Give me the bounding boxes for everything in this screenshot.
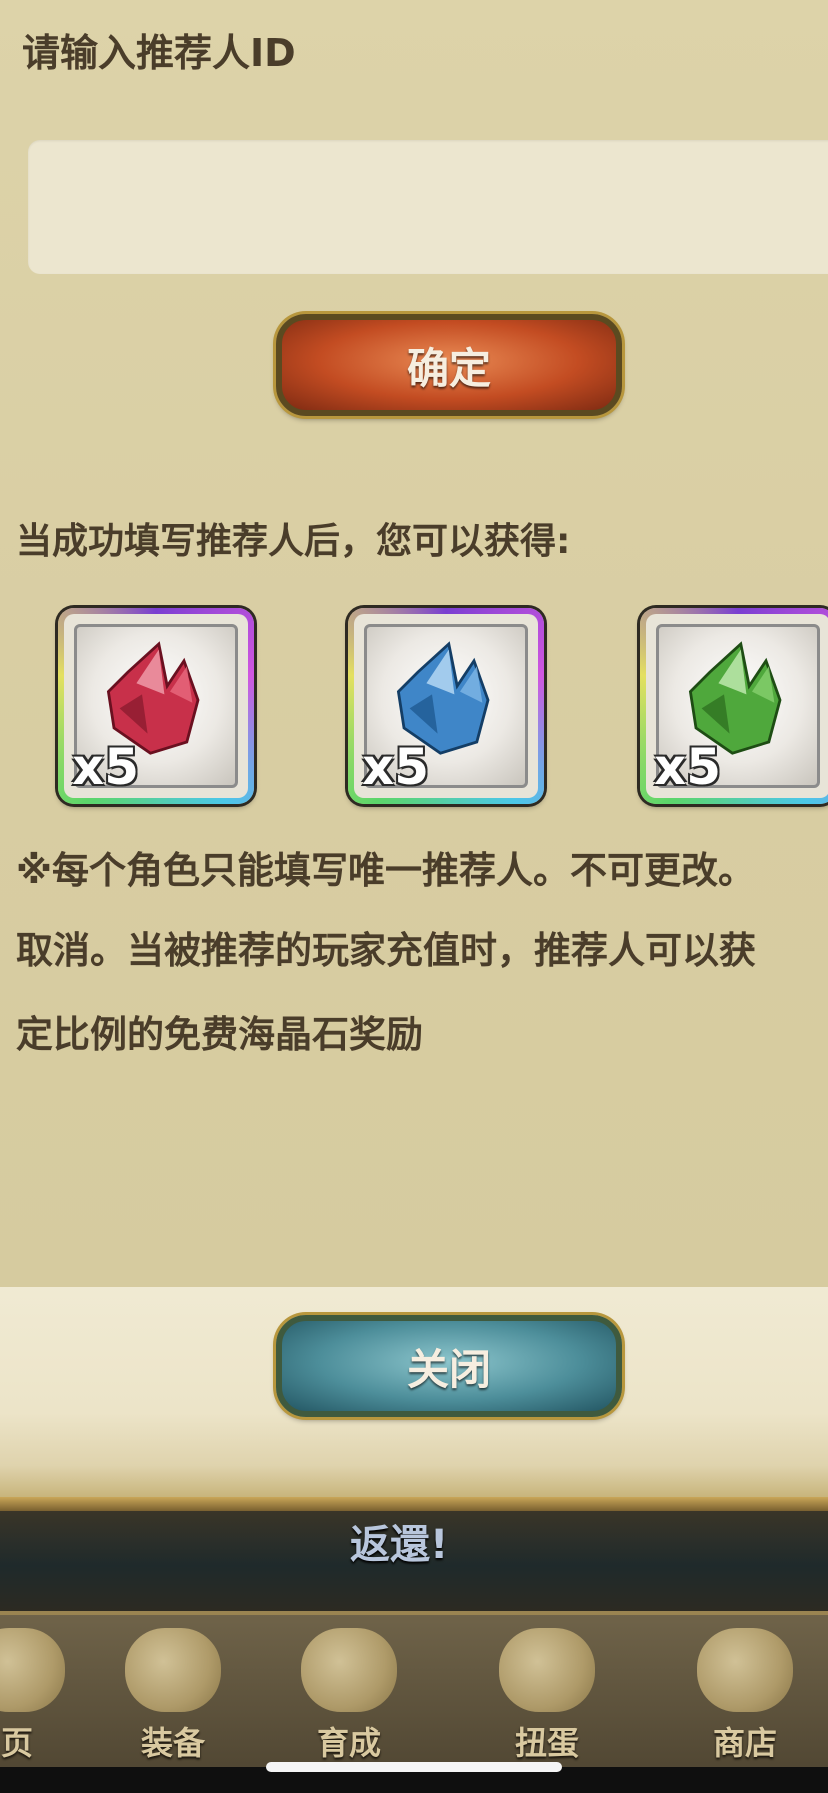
referrer-id-prompt: 请输入推荐人ID: [22, 31, 296, 75]
reward-intro-text: 当成功填写推荐人后，您可以获得:: [16, 521, 571, 562]
notice-line-1: ※每个角色只能填写唯一推荐人。不可更改。: [16, 849, 755, 892]
nav-item-training[interactable]: 育成: [274, 1628, 424, 1768]
nav-item-equipment[interactable]: 装备: [98, 1628, 248, 1768]
nav-item-label: 扭蛋: [514, 1724, 579, 1762]
reward-count: x5: [654, 738, 722, 796]
reward-item-green-crystal[interactable]: x5: [640, 608, 828, 804]
referrer-id-input[interactable]: [28, 140, 828, 274]
confirm-button[interactable]: 确定: [276, 314, 622, 416]
dialog-bottom-edge: [0, 1497, 828, 1511]
nav-item-label: 育成: [316, 1724, 381, 1762]
nav-item-label: 页: [0, 1724, 33, 1762]
notice-line-2: 取消。当被推荐的玩家充值时，推荐人可以获: [16, 929, 756, 972]
notice-line-3: 定比例的免费海晶石奖励: [16, 1013, 423, 1056]
close-button[interactable]: 关闭: [276, 1315, 622, 1417]
banner-text: 返還!: [350, 1522, 449, 1568]
nav-item-label: 商店: [712, 1724, 777, 1762]
nav-item-shop[interactable]: 商店: [670, 1628, 820, 1768]
capsule-pouch-icon: [499, 1628, 595, 1712]
referral-dialog: 请输入推荐人ID 确定 当成功填写推荐人后，您可以获得: x5 x5 x5 ※每…: [0, 0, 828, 1287]
home-indicator[interactable]: [266, 1762, 562, 1772]
home-icon: [0, 1628, 65, 1712]
reward-count: x5: [362, 738, 430, 796]
reward-count: x5: [72, 738, 140, 796]
nav-item-label: 装备: [140, 1724, 205, 1762]
reward-item-blue-crystal[interactable]: x5: [348, 608, 544, 804]
nav-item-gacha[interactable]: 扭蛋: [472, 1628, 622, 1768]
nav-item-home[interactable]: 页: [0, 1628, 92, 1768]
coin-bag-icon: [697, 1628, 793, 1712]
reward-item-red-crystal[interactable]: x5: [58, 608, 254, 804]
helmet-icon: [125, 1628, 221, 1712]
sword-icon: [301, 1628, 397, 1712]
